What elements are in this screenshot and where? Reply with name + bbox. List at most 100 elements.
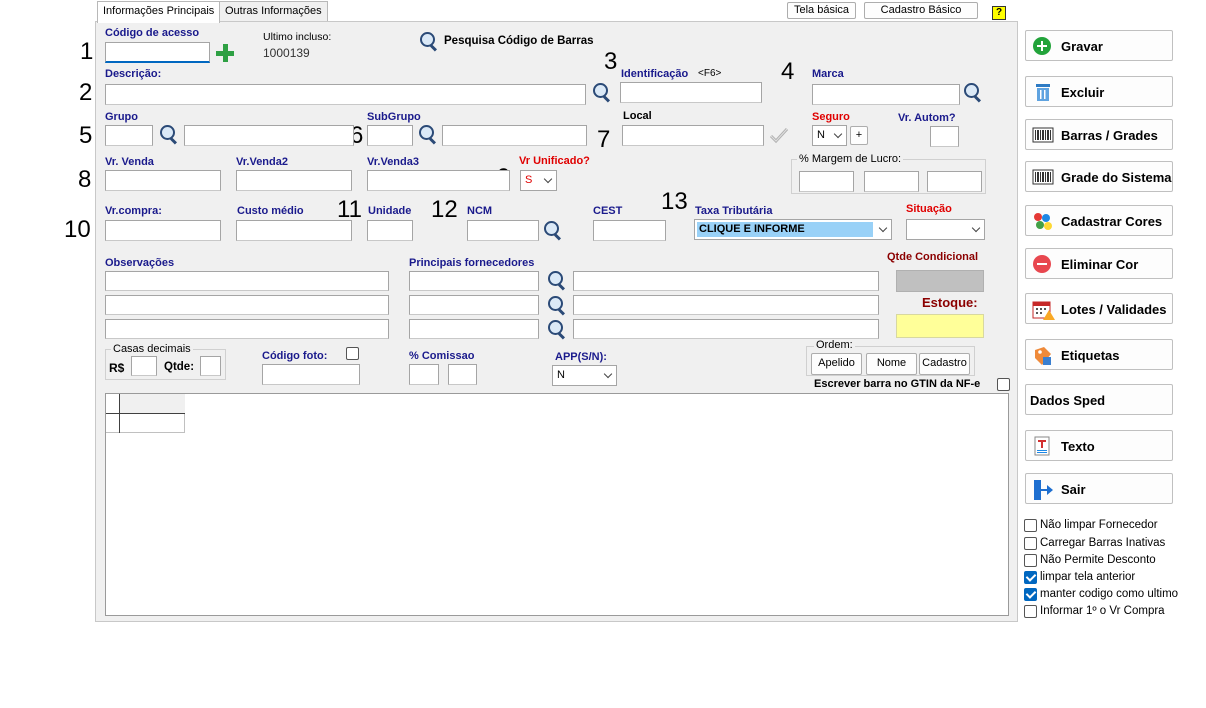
taxa-tributaria-value: CLIQUE E INFORME xyxy=(697,222,873,237)
margem-lucro-input-2[interactable] xyxy=(864,171,919,192)
ncm-label: NCM xyxy=(467,205,493,217)
help-icon[interactable]: ? xyxy=(992,6,1006,20)
grupo-desc-input[interactable] xyxy=(184,125,354,146)
descricao-search-icon[interactable] xyxy=(592,82,612,102)
option-limpar-tela-anterior-checkbox[interactable] xyxy=(1024,571,1037,584)
cadastrar-cores-button[interactable]: Cadastrar Cores xyxy=(1025,205,1173,236)
fornecedor-2-code[interactable] xyxy=(409,295,539,315)
tab-informacoes-principais[interactable]: Informações Principais xyxy=(97,1,221,23)
ordem-cadastro-button[interactable]: Cadastro xyxy=(919,353,970,375)
local-label: Local xyxy=(623,110,652,122)
grade-sistema-button[interactable]: Grade do Sistema xyxy=(1025,161,1173,192)
local-input[interactable] xyxy=(622,125,764,146)
plus-circle-icon xyxy=(1032,36,1054,56)
fornecedor-3-code[interactable] xyxy=(409,319,539,339)
seguro-add-button[interactable]: + xyxy=(850,126,868,145)
ultimo-incluso-label: Ultimo incluso: xyxy=(263,31,332,43)
marca-label: Marca xyxy=(812,68,844,80)
texto-button[interactable]: Texto xyxy=(1025,430,1173,461)
codigo-foto-input[interactable] xyxy=(262,364,360,385)
casas-rs-input[interactable] xyxy=(131,356,157,376)
grupo-code-input[interactable] xyxy=(105,125,153,146)
seguro-label: Seguro xyxy=(812,111,850,123)
custo-medio-input[interactable] xyxy=(236,220,352,241)
fornecedor-2-name[interactable] xyxy=(573,295,879,315)
sair-button[interactable]: Sair xyxy=(1025,473,1173,504)
fornecedor-2-search-icon[interactable] xyxy=(547,295,567,315)
vr-venda-input[interactable] xyxy=(105,170,221,191)
observacoes-line-1[interactable] xyxy=(105,271,389,291)
dados-sped-button[interactable]: Dados Sped xyxy=(1025,384,1173,415)
situacao-select[interactable] xyxy=(906,219,985,240)
option-manter-codigo-checkbox[interactable] xyxy=(1024,588,1037,601)
gravar-button[interactable]: Gravar xyxy=(1025,30,1173,61)
barras-grades-button[interactable]: Barras / Grades xyxy=(1025,119,1173,150)
etiquetas-button[interactable]: Etiquetas xyxy=(1025,339,1173,370)
option-limpar-tela-anterior-label[interactable]: limpar tela anterior xyxy=(1040,571,1135,583)
vr-unificado-select[interactable]: S xyxy=(520,170,557,191)
grupo-search-icon[interactable] xyxy=(159,124,179,144)
estoque-label: Estoque: xyxy=(922,295,978,310)
casas-qtde-input[interactable] xyxy=(200,356,221,376)
fornecedor-1-code[interactable] xyxy=(409,271,539,291)
pesquisa-barras-search-icon[interactable] xyxy=(419,31,439,51)
eliminar-cor-button[interactable]: Eliminar Cor xyxy=(1025,248,1173,279)
margem-lucro-input-3[interactable] xyxy=(927,171,982,192)
exit-icon xyxy=(1032,479,1054,500)
pesquisa-barras-label[interactable]: Pesquisa Código de Barras xyxy=(444,35,594,47)
vr-venda2-input[interactable] xyxy=(236,170,352,191)
product-grid[interactable] xyxy=(105,393,1009,616)
cadastro-basico-button[interactable]: Cadastro Básico xyxy=(864,2,978,19)
vr-compra-input[interactable] xyxy=(105,220,221,241)
fornecedor-1-name[interactable] xyxy=(573,271,879,291)
margem-lucro-input-1[interactable] xyxy=(799,171,854,192)
descricao-input[interactable] xyxy=(105,84,586,105)
unidade-label: Unidade xyxy=(368,205,412,217)
fornecedor-3-name[interactable] xyxy=(573,319,879,339)
option-carregar-barras-inativas-label[interactable]: Carregar Barras Inativas xyxy=(1040,537,1165,549)
subgrupo-search-icon[interactable] xyxy=(418,124,438,144)
local-check-icon[interactable] xyxy=(768,125,790,145)
option-manter-codigo-label[interactable]: manter codigo como ultimo xyxy=(1040,588,1178,600)
escrever-barra-checkbox[interactable] xyxy=(997,378,1010,391)
observacoes-line-2[interactable] xyxy=(105,295,389,315)
marca-search-icon[interactable] xyxy=(963,82,983,102)
add-icon[interactable] xyxy=(215,43,235,63)
seguro-select[interactable]: N xyxy=(812,125,847,146)
seguro-value: N xyxy=(817,129,825,141)
option-nao-permite-desconto-checkbox[interactable] xyxy=(1024,554,1037,567)
subgrupo-code-input[interactable] xyxy=(367,125,413,146)
option-nao-limpar-fornecedor-checkbox[interactable] xyxy=(1024,519,1037,532)
option-carregar-barras-inativas-checkbox[interactable] xyxy=(1024,537,1037,550)
tela-basica-button[interactable]: Tela básica xyxy=(787,2,856,19)
ordem-apelido-button[interactable]: Apelido xyxy=(811,353,862,375)
tab-outras-informacoes[interactable]: Outras Informações xyxy=(219,1,328,22)
ncm-search-icon[interactable] xyxy=(543,220,563,240)
vr-autom-input[interactable] xyxy=(930,126,959,147)
unidade-input[interactable] xyxy=(367,220,413,241)
annotation-8: 8 xyxy=(78,166,92,193)
ordem-nome-button[interactable]: Nome xyxy=(866,353,917,375)
codigo-acesso-input[interactable] xyxy=(105,42,210,63)
fornecedor-1-search-icon[interactable] xyxy=(547,270,567,290)
app-select[interactable]: N xyxy=(552,365,617,386)
vr-venda3-input[interactable] xyxy=(367,170,510,191)
option-nao-permite-desconto-label[interactable]: Não Permite Desconto xyxy=(1040,554,1156,566)
excluir-button[interactable]: Excluir xyxy=(1025,76,1173,107)
comissao-input-1[interactable] xyxy=(409,364,439,385)
option-informar-vr-compra-label[interactable]: Informar 1º o Vr Compra xyxy=(1040,605,1165,617)
subgrupo-desc-input[interactable] xyxy=(442,125,587,146)
taxa-tributaria-select[interactable]: CLIQUE E INFORME xyxy=(694,219,892,240)
lotes-validades-button[interactable]: Lotes / Validades xyxy=(1025,293,1173,324)
ncm-input[interactable] xyxy=(467,220,539,241)
fornecedor-3-search-icon[interactable] xyxy=(547,319,567,339)
identificacao-input[interactable] xyxy=(620,82,762,103)
codigo-foto-checkbox[interactable] xyxy=(346,347,359,360)
marca-input[interactable] xyxy=(812,84,960,105)
observacoes-line-3[interactable] xyxy=(105,319,389,339)
texto-label: Texto xyxy=(1061,439,1095,454)
cest-input[interactable] xyxy=(593,220,666,241)
option-nao-limpar-fornecedor-label[interactable]: Não limpar Fornecedor xyxy=(1040,519,1158,531)
option-informar-vr-compra-checkbox[interactable] xyxy=(1024,605,1037,618)
comissao-input-2[interactable] xyxy=(448,364,477,385)
